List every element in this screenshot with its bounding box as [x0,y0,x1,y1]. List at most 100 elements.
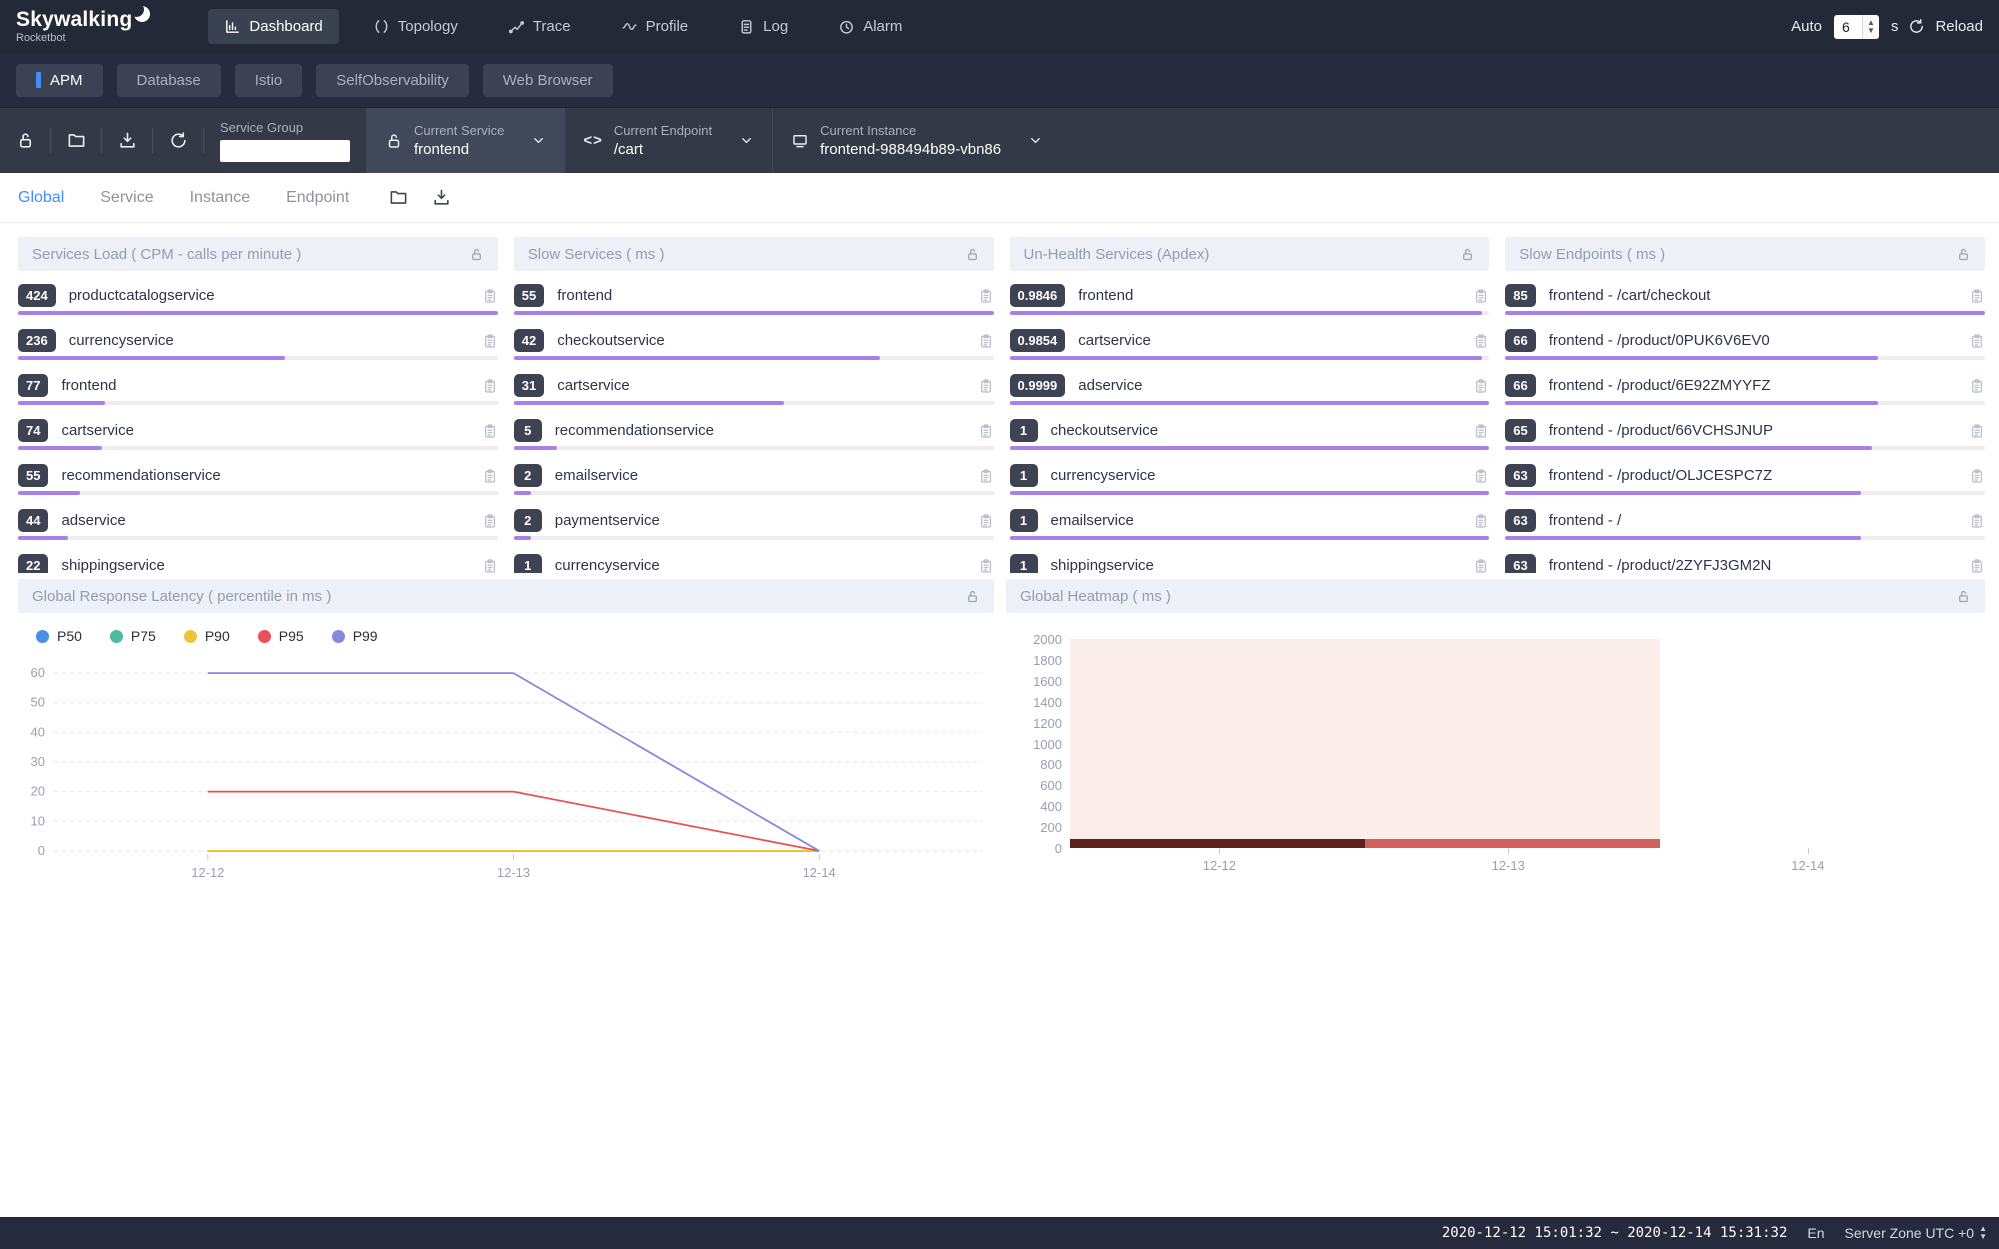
list-item[interactable]: 44adservice [18,505,498,550]
list-item[interactable]: 55recommendationservice [18,460,498,505]
list-item[interactable]: 2paymentservice [514,505,994,550]
list-item[interactable]: 5recommendationservice [514,415,994,460]
nav-item-profile[interactable]: Profile [605,9,705,44]
copy-icon[interactable] [1969,558,1985,574]
copy-icon[interactable] [1473,513,1489,529]
list-item[interactable]: 74cartservice [18,415,498,460]
nav-item-dashboard[interactable]: Dashboard [208,9,338,44]
copy-icon[interactable] [1969,288,1985,304]
language-switch[interactable]: En [1807,1225,1824,1241]
list-item[interactable]: 1shippingservice [1010,550,1490,573]
lock-button[interactable] [0,108,50,173]
tab-endpoint[interactable]: Endpoint [286,189,349,207]
copy-icon[interactable] [482,288,498,304]
list-item[interactable]: 1checkoutservice [1010,415,1490,460]
tab-instance[interactable]: Instance [190,189,250,207]
list-item[interactable]: 0.9846frontend [1010,280,1490,325]
import-template-icon[interactable] [389,188,408,207]
lock-icon[interactable] [1956,247,1971,262]
list-item[interactable]: 0.9854cartservice [1010,325,1490,370]
category-istio[interactable]: Istio [235,64,303,97]
list-item[interactable]: 42checkoutservice [514,325,994,370]
copy-icon[interactable] [978,378,994,394]
copy-icon[interactable] [1969,513,1985,529]
legend-item-p50[interactable]: P50 [36,628,82,644]
lock-icon[interactable] [469,247,484,262]
legend-item-p90[interactable]: P90 [184,628,230,644]
copy-icon[interactable] [1969,378,1985,394]
copy-icon[interactable] [482,333,498,349]
copy-icon[interactable] [1473,558,1489,574]
tab-service[interactable]: Service [100,189,153,207]
auto-interval-input[interactable]: 6 ▲▼ [1834,15,1879,39]
list-item[interactable]: 22shippingservice [18,550,498,573]
list-item[interactable]: 77frontend [18,370,498,415]
copy-icon[interactable] [1473,333,1489,349]
copy-icon[interactable] [978,423,994,439]
copy-icon[interactable] [978,468,994,484]
server-zone-stepper[interactable]: ▲▼ [1979,1225,1987,1241]
list-item[interactable]: 55frontend [514,280,994,325]
refresh-button[interactable] [153,108,203,173]
tab-global[interactable]: Global [18,189,64,207]
nav-item-alarm[interactable]: Alarm [822,9,918,44]
list-item[interactable]: 63frontend - /product/OLJCESPC7Z [1505,460,1985,505]
copy-icon[interactable] [978,558,994,574]
auto-interval-stepper[interactable]: ▲▼ [1862,15,1879,39]
current-endpoint-selector[interactable]: <> Current Endpoint /cart [564,108,772,173]
auto-interval-value[interactable]: 6 [1834,15,1862,39]
copy-icon[interactable] [1473,423,1489,439]
copy-icon[interactable] [978,513,994,529]
lock-icon[interactable] [1460,247,1475,262]
reload-icon[interactable] [1908,18,1925,35]
list-item[interactable]: 1emailservice [1010,505,1490,550]
list-item[interactable]: 66frontend - /product/0PUK6V6EV0 [1505,325,1985,370]
copy-icon[interactable] [1969,423,1985,439]
category-web-browser[interactable]: Web Browser [483,64,613,97]
copy-icon[interactable] [1969,333,1985,349]
list-item[interactable]: 1currencyservice [514,550,994,573]
export-button[interactable] [102,108,152,173]
copy-icon[interactable] [482,378,498,394]
lock-icon[interactable] [965,589,980,604]
legend-item-p99[interactable]: P99 [332,628,378,644]
copy-icon[interactable] [978,333,994,349]
list-item[interactable]: 63frontend - / [1505,505,1985,550]
folder-button[interactable] [51,108,101,173]
legend-item-p95[interactable]: P95 [258,628,304,644]
category-database[interactable]: Database [117,64,221,97]
copy-icon[interactable] [1473,468,1489,484]
copy-icon[interactable] [1969,468,1985,484]
list-item[interactable]: 66frontend - /product/6E92ZMYYFZ [1505,370,1985,415]
copy-icon[interactable] [978,288,994,304]
legend-item-p75[interactable]: P75 [110,628,156,644]
list-item[interactable]: 63frontend - /product/2ZYFJ3GM2N [1505,550,1985,573]
lock-icon[interactable] [965,247,980,262]
current-service-selector[interactable]: Current Service frontend [366,108,564,173]
copy-icon[interactable] [1473,378,1489,394]
list-item[interactable]: 2emailservice [514,460,994,505]
time-range-picker[interactable]: 2020-12-12 15:01:32 ~ 2020-12-14 15:31:3… [1442,1225,1788,1241]
list-item[interactable]: 424productcatalogservice [18,280,498,325]
export-template-icon[interactable] [432,188,451,207]
copy-icon[interactable] [482,468,498,484]
list-item[interactable]: 1currencyservice [1010,460,1490,505]
copy-icon[interactable] [1473,288,1489,304]
copy-icon[interactable] [482,513,498,529]
list-item[interactable]: 65frontend - /product/66VCHSJNUP [1505,415,1985,460]
copy-icon[interactable] [482,558,498,574]
current-instance-selector[interactable]: Current Instance frontend-988494b89-vbn8… [772,108,1061,173]
lock-icon[interactable] [1956,589,1971,604]
nav-item-log[interactable]: Log [722,9,804,44]
category-selfobservability[interactable]: SelfObservability [316,64,469,97]
list-item[interactable]: 0.9999adservice [1010,370,1490,415]
reload-button[interactable]: Reload [1935,18,1983,35]
copy-icon[interactable] [482,423,498,439]
list-item[interactable]: 85frontend - /cart/checkout [1505,280,1985,325]
list-item[interactable]: 236currencyservice [18,325,498,370]
list-item[interactable]: 31cartservice [514,370,994,415]
nav-item-trace[interactable]: Trace [492,9,587,44]
nav-item-topology[interactable]: Topology [357,9,474,44]
service-group-input[interactable] [220,140,350,162]
category-apm[interactable]: APM [16,64,103,97]
